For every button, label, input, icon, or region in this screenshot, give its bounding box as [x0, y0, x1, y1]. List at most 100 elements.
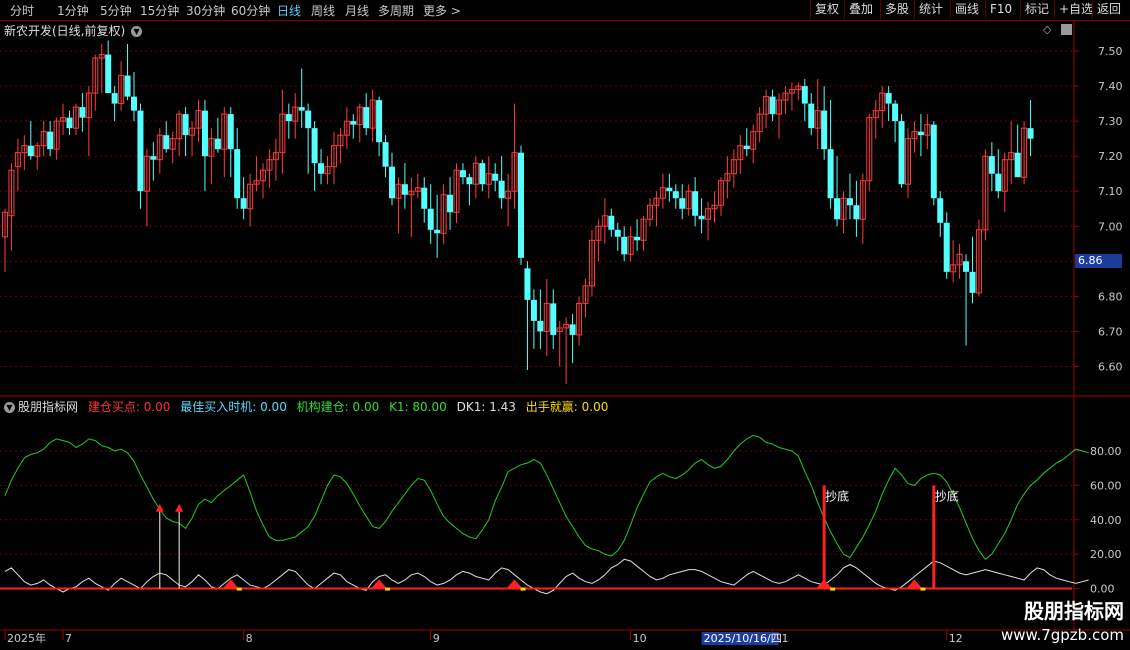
candle-body-down	[234, 149, 241, 199]
candle-body-down	[492, 173, 499, 181]
y-tick-label: 7.10	[1098, 185, 1123, 198]
candle-body-down	[672, 191, 679, 199]
candle-body-down	[434, 229, 441, 234]
diamond-icon[interactable]: ◇	[1043, 23, 1051, 36]
candle-body-down	[131, 96, 137, 111]
candle-body-down	[801, 86, 808, 104]
candle-body-down	[608, 215, 615, 230]
candle-body-down	[214, 138, 221, 150]
candle-body-down	[459, 170, 466, 178]
bottom-fishing-label: 抄底	[825, 489, 849, 504]
candle-body-down	[614, 229, 621, 237]
x-tick-label: 10	[633, 632, 647, 645]
y-tick-label: 6.70	[1098, 325, 1123, 338]
candle-body-down	[963, 261, 970, 272]
candle-body-down	[530, 299, 537, 321]
stock-name-label: 新农开发(日线,前复权)	[4, 24, 126, 38]
candle-body-down	[524, 268, 531, 300]
candle-body-down	[201, 110, 208, 157]
candle-body-down	[692, 191, 699, 216]
candle-body-down	[389, 166, 395, 199]
y-tick-label: 7.50	[1098, 45, 1123, 58]
candle-body-down	[827, 149, 834, 199]
y-tick-label: 40.00	[1090, 514, 1122, 527]
buy-marker-dot	[920, 587, 926, 591]
candle-body-down	[969, 271, 976, 293]
candle-body-down	[285, 114, 292, 122]
chevron-down-icon[interactable]: ▼	[4, 402, 15, 413]
candle-body-down	[111, 93, 118, 104]
candle-body-down	[479, 163, 486, 185]
candle-body-down	[988, 156, 995, 174]
buy-marker-dot	[385, 587, 391, 591]
y-tick-label: 6.60	[1098, 360, 1123, 373]
y-tick-label: 80.00	[1090, 445, 1122, 458]
candle-body-down	[518, 152, 524, 258]
candle-body-down	[885, 93, 892, 104]
candle-body-down	[27, 145, 34, 157]
candle-body-down	[834, 198, 841, 220]
cursor-date-label: 2025/10/16/四	[704, 632, 782, 645]
buy-marker-triangle	[506, 579, 523, 589]
candle-body-down	[318, 163, 325, 174]
stock-chart[interactable]: 7.507.407.307.207.107.006.906.806.706.60…	[0, 0, 1130, 650]
candle-body-down	[305, 110, 312, 129]
candle-body-down	[182, 114, 189, 136]
indicator-value-k1: K1: 80.00	[389, 400, 447, 414]
candle-body-down	[537, 320, 544, 332]
y-tick-label: 20.00	[1090, 548, 1122, 561]
indicator-value-win: 出手就赢: 0.00	[525, 400, 609, 414]
x-tick-label: 2025年	[7, 631, 46, 645]
buy-marker-dot	[236, 587, 242, 591]
indicator-name: 股朋指标网	[18, 400, 79, 414]
candle-body-down	[447, 194, 454, 213]
candle-body-down	[569, 324, 576, 335]
candle-body-down	[743, 145, 750, 150]
x-tick-label: 7	[65, 632, 72, 645]
indicator-value-best-buy: 最佳买入时机: 0.00	[180, 400, 287, 414]
candle-body-down	[550, 303, 557, 335]
buy-marker-dot	[830, 587, 836, 591]
x-tick-label: 8	[246, 632, 253, 645]
main-chart-title: 新农开发(日线,前复权) ▼	[4, 22, 143, 39]
y-tick-label: 0.00	[1090, 583, 1115, 596]
y-tick-label: 6.80	[1098, 290, 1123, 303]
candle-body-down	[808, 103, 815, 129]
candle-body-down	[995, 173, 1002, 192]
candle-body-down	[498, 180, 505, 199]
candle-body-down	[124, 75, 131, 97]
chevron-down-icon[interactable]: ▼	[131, 26, 143, 37]
candle-body-down	[853, 205, 860, 220]
candle-body-down	[943, 222, 950, 272]
candle-body-down	[47, 131, 54, 150]
indicator-title-bar: ▼ 股朋指标网 建仓买点: 0.00 最佳买入时机: 0.00 机构建仓: 0.0…	[4, 398, 614, 415]
indicator-value-dk1: DK1: 1.43	[456, 400, 516, 414]
candle-body-down	[150, 156, 157, 160]
candle-body-down	[821, 110, 828, 150]
candle-body-down	[350, 121, 357, 125]
buy-marker-triangle	[222, 579, 239, 589]
candle-body-down	[376, 100, 383, 143]
candle-body-down	[769, 96, 776, 115]
candle-body-down	[163, 135, 170, 150]
candle-body-down	[401, 184, 408, 195]
y-tick-label: 60.00	[1090, 479, 1122, 492]
candle-body-down	[634, 236, 641, 241]
current-price-tag: 6.86	[1075, 254, 1122, 268]
candle-body-down	[1027, 128, 1034, 139]
candle-body-down	[846, 198, 853, 206]
series-line-k1	[4, 434, 1089, 561]
candle-body-down	[298, 107, 305, 111]
panel-toggle-icon[interactable]	[1061, 24, 1072, 35]
candle-body-down	[930, 124, 937, 199]
watermark-title: 股朋指标网	[1024, 599, 1124, 623]
indicator-value-institution: 机构建仓: 0.00	[296, 400, 380, 414]
y-tick-label: 7.00	[1098, 220, 1123, 233]
candle-body-down	[105, 54, 112, 94]
candle-body-down	[382, 142, 389, 167]
watermark-url: www.7gpzb.com	[1001, 626, 1124, 644]
candle-body-down	[137, 110, 144, 192]
candle-body-down	[666, 187, 673, 192]
x-tick-label: 9	[433, 632, 440, 645]
y-tick-label: 7.20	[1098, 150, 1123, 163]
